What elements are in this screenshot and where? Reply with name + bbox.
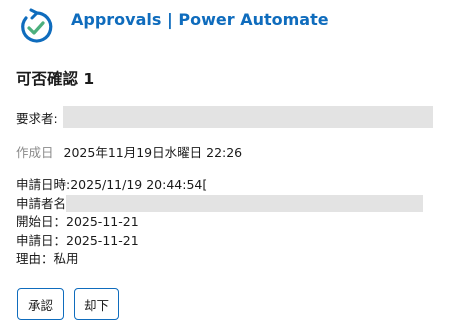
approve-button[interactable]: 承認 (17, 288, 64, 320)
application-date-text: 申請日：2025-11-21 (16, 232, 139, 248)
application-date: 申請日：2025-11-21 (16, 232, 423, 251)
created-value: 2025年11月19日水曜日 22:26 (63, 145, 243, 160)
start-date: 開始日：2025-11-21 (16, 213, 423, 232)
created-row: 作成日 2025年11月19日水曜日 22:26 (16, 142, 242, 161)
reason: 理由：私用 (16, 250, 423, 269)
requester-row: 要求者: (16, 106, 433, 128)
requester-label: 要求者: (16, 110, 58, 126)
applicant-label: 申請者名 (16, 195, 67, 211)
reason-text: 理由：私用 (16, 251, 79, 266)
created-label: 作成日 (16, 145, 54, 160)
applicant-row: 申請者名 (16, 195, 424, 214)
start-date-text: 開始日：2025-11-21 (16, 214, 139, 229)
applicant-redacted (66, 195, 424, 213)
reject-button[interactable]: 却下 (74, 288, 119, 320)
request-datetime: 申請日時:2025/11/19 20:44:54[ (16, 176, 423, 195)
header (17, 7, 55, 47)
approvals-logo-icon (17, 7, 55, 49)
approval-page: Approvals | Power Automate 可否確認 1 要求者: 作… (0, 0, 459, 327)
app-title: Approvals | Power Automate (71, 10, 329, 29)
requester-redacted (62, 106, 433, 128)
request-details: 申請日時:2025/11/19 20:44:54[ 申請者名 開始日：2025-… (16, 176, 424, 269)
page-title: 可否確認 1 (16, 70, 95, 88)
action-buttons: 承認 却下 (17, 288, 119, 320)
request-datetime-text: 申請日時:2025/11/19 20:44:54[ (16, 177, 208, 192)
